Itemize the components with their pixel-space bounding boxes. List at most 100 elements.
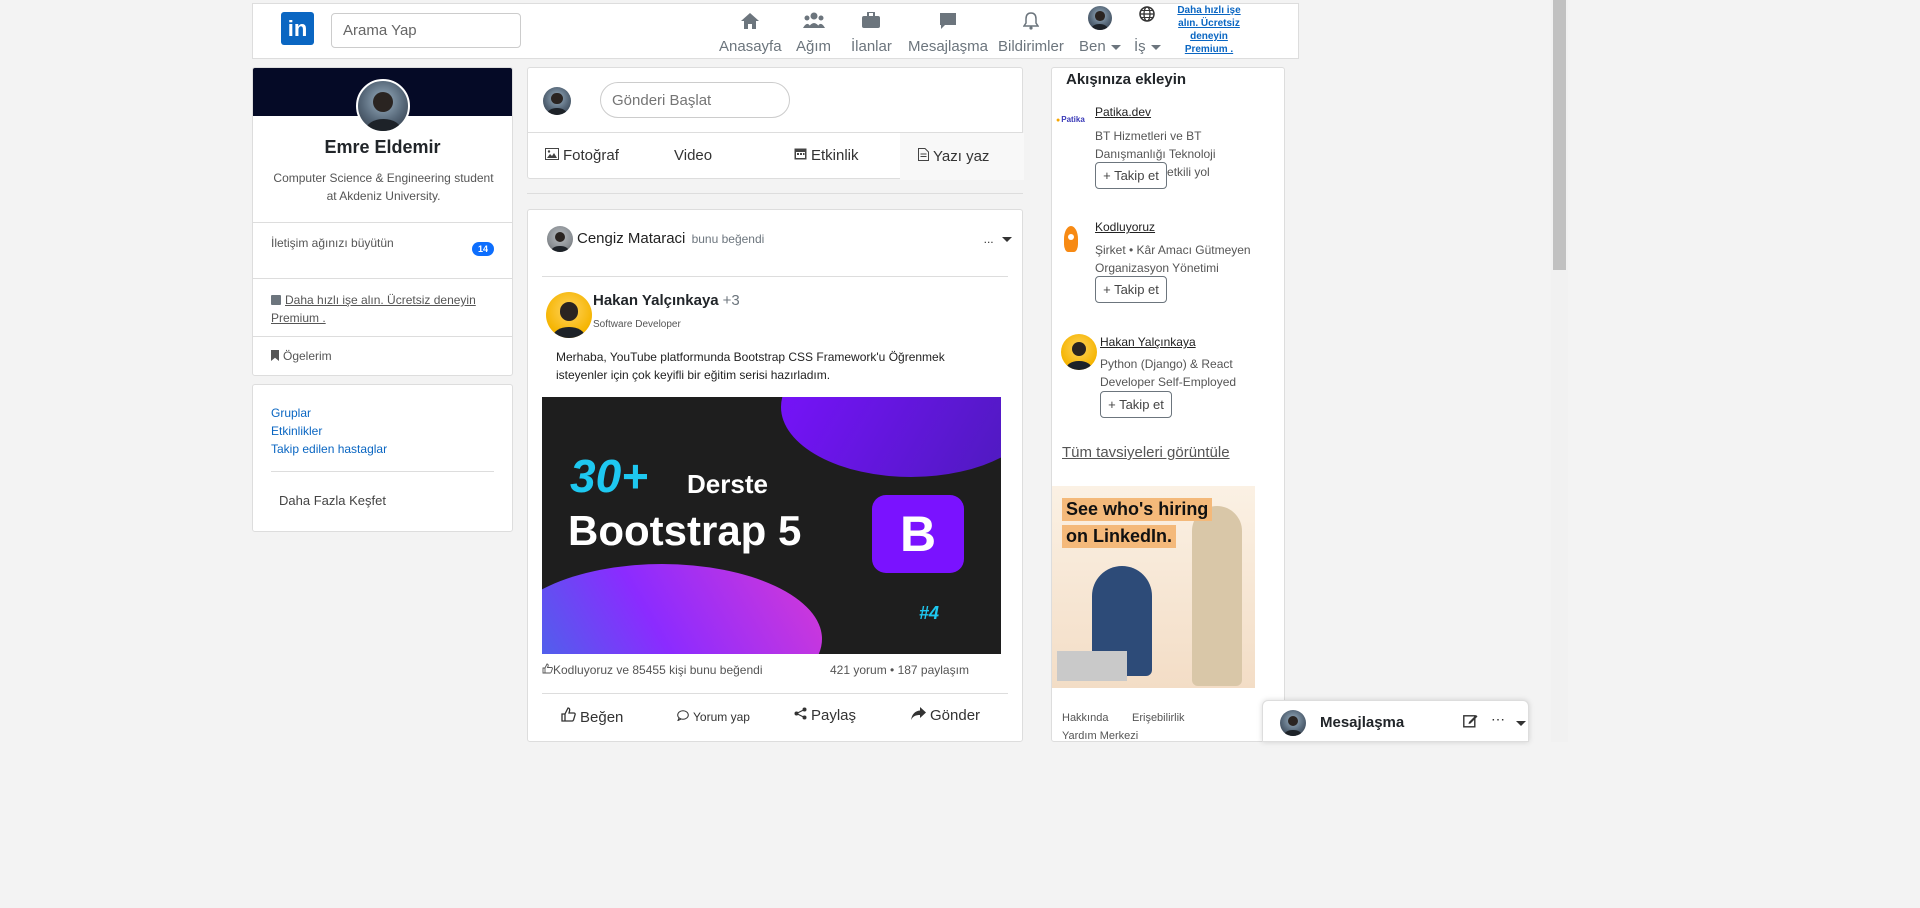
see-all-recommendations-link[interactable]: Tüm tavsiyeleri görüntüle xyxy=(1062,444,1230,461)
divider xyxy=(253,222,512,223)
chevron-down-icon[interactable] xyxy=(1511,714,1526,730)
more-icon: ... xyxy=(983,232,994,246)
share-icon xyxy=(794,707,807,724)
write-article-button[interactable]: Yazı yaz xyxy=(900,133,1024,180)
grow-network-link[interactable]: İletişim ağınızı büyütün xyxy=(271,236,394,250)
premium-link[interactable]: Daha hızlı işe alın. Ücretsiz deneyin Pr… xyxy=(1176,4,1242,56)
nav-home[interactable]: Anasayfa xyxy=(719,12,782,55)
search-input[interactable] xyxy=(331,13,521,48)
nav-me[interactable]: Ben xyxy=(1079,6,1121,55)
groups-link[interactable]: Gruplar xyxy=(271,406,311,420)
author-avatar[interactable] xyxy=(546,292,592,338)
thumbs-up-icon xyxy=(561,707,576,726)
photo-button[interactable]: Fotoğraf xyxy=(545,147,619,164)
footer-accessibility-link[interactable]: Erişebilirlik xyxy=(1132,712,1185,724)
compose-icon[interactable] xyxy=(1463,713,1478,731)
post-likes[interactable]: Kodluyoruz ve 85455 kişi bunu beğendi xyxy=(542,663,762,677)
messaging-title[interactable]: Mesajlaşma xyxy=(1320,714,1404,731)
nav-messaging-label: Mesajlaşma xyxy=(908,38,989,55)
follow-button[interactable]: + Takip et xyxy=(1100,391,1172,418)
image-title-bootstrap: Bootstrap 5 xyxy=(568,507,802,554)
follow-button[interactable]: + Takip et xyxy=(1095,276,1167,303)
suggestion-avatar xyxy=(1061,334,1097,370)
nav-work[interactable]: İş xyxy=(1134,6,1161,55)
document-icon xyxy=(918,148,929,164)
divider xyxy=(271,471,494,472)
profile-name[interactable]: Emre Eldemir xyxy=(253,137,512,158)
nav-network-label: Ağım xyxy=(796,38,832,55)
divider xyxy=(253,278,512,279)
events-link[interactable]: Etkinlikler xyxy=(271,424,322,438)
suggestion-name[interactable]: Kodluyoruz xyxy=(1095,220,1155,234)
ad-text-line2: on LinkedIn. xyxy=(1062,525,1176,548)
liker-avatar[interactable] xyxy=(547,226,573,252)
share-label: Paylaş xyxy=(811,707,857,724)
my-items-link[interactable]: Ögelerim xyxy=(271,349,332,363)
divider xyxy=(542,693,1008,694)
nav-me-label: Ben xyxy=(1079,38,1106,55)
image-episode-number: #4 xyxy=(919,603,940,623)
feed-post: Cengiz Mataraci bunu beğendi ... Hakan Y… xyxy=(527,209,1023,742)
scrollbar-thumb[interactable] xyxy=(1553,0,1566,270)
linkedin-logo[interactable]: in xyxy=(281,12,314,45)
kodluyoruz-logo xyxy=(1064,226,1078,252)
nav-jobs[interactable]: İlanlar xyxy=(851,11,892,55)
like-button[interactable]: Beğen xyxy=(561,707,623,726)
chat-icon xyxy=(908,12,988,34)
me-avatar xyxy=(1079,6,1121,32)
nav-jobs-label: İlanlar xyxy=(851,38,892,55)
suggestion-name[interactable]: Hakan Yalçınkaya xyxy=(1100,335,1196,349)
my-items-label: Ögelerim xyxy=(283,349,332,363)
feed-suggestions: Akışınıza ekleyin Patika Patika.dev BT H… xyxy=(1051,67,1285,742)
suggestion-desc: Python (Django) & React Developer Self-E… xyxy=(1100,357,1237,389)
chevron-down-icon xyxy=(1002,237,1012,243)
hiring-ad[interactable]: See who's hiring on LinkedIn. xyxy=(1052,486,1255,688)
bootstrap-logo: B xyxy=(872,495,964,573)
share-button[interactable]: Paylaş xyxy=(794,707,856,724)
post-likes-text: Kodluyoruz ve 85455 kişi bunu beğendi xyxy=(553,663,763,677)
liker-name[interactable]: Cengiz Mataraci xyxy=(577,230,685,247)
post-text: Merhaba, YouTube platformunda Bootstrap … xyxy=(556,350,945,382)
video-label: Video xyxy=(674,147,713,164)
footer-about-link[interactable]: Hakkında xyxy=(1062,712,1108,724)
messaging-avatar xyxy=(1280,710,1306,736)
grow-network-badge: 14 xyxy=(471,242,494,256)
profile-description: Computer Science & Engineering student a… xyxy=(273,171,494,203)
send-button[interactable]: Gönder xyxy=(911,707,980,724)
nav-network[interactable]: Ağım xyxy=(796,12,831,55)
globe-icon xyxy=(1134,6,1161,32)
post-image[interactable]: 30+ Derste Bootstrap 5 B #4 xyxy=(542,397,1001,654)
start-post-input[interactable] xyxy=(600,82,790,118)
nav-notifications-label: Bildirimler xyxy=(998,38,1064,55)
liker-suffix: bunu beğendi xyxy=(691,231,765,246)
suggestion-name[interactable]: Patika.dev xyxy=(1095,105,1151,119)
post-menu-button[interactable]: ... xyxy=(984,232,1012,246)
premium-icon xyxy=(271,295,281,305)
calendar-icon xyxy=(794,147,807,163)
more-options-icon[interactable]: ⋯ xyxy=(1491,711,1505,728)
nav-notifications[interactable]: Bildirimler xyxy=(998,12,1064,55)
author-plus: +3 xyxy=(722,292,740,309)
premium-promo[interactable]: Daha hızlı işe alın. Ücretsiz deneyin Pr… xyxy=(271,291,496,327)
comment-button[interactable]: Yorum yap xyxy=(677,710,750,724)
nav-messaging[interactable]: Mesajlaşma xyxy=(908,12,988,55)
messaging-panel[interactable]: Mesajlaşma ⋯ xyxy=(1262,700,1529,742)
discover-more-button[interactable]: Daha Fazla Keşfet xyxy=(279,493,386,508)
top-navbar: in Anasayfa Ağım İlanlar Mesajlaşma Bild… xyxy=(252,3,1299,59)
author-name[interactable]: Hakan Yalçınkaya +3 xyxy=(593,292,740,309)
footer-help-link[interactable]: Yardım Merkezi xyxy=(1062,730,1138,742)
bell-icon xyxy=(998,12,1064,34)
profile-avatar[interactable] xyxy=(356,79,410,133)
hashtags-link[interactable]: Takip edilen hastaglar xyxy=(271,442,387,456)
event-button[interactable]: Etkinlik xyxy=(794,147,859,164)
write-article-label: Yazı yaz xyxy=(933,148,990,165)
suggestion-desc: Şirket • Kâr Amacı Gütmeyen Organizasyon… xyxy=(1095,243,1251,275)
bookmark-icon xyxy=(271,350,279,361)
divider xyxy=(527,193,1023,194)
divider xyxy=(253,336,512,337)
follow-button[interactable]: + Takip et xyxy=(1095,162,1167,189)
photo-label: Fotoğraf xyxy=(563,147,619,164)
post-stats[interactable]: 421 yorum • 187 paylaşım xyxy=(830,663,969,677)
send-icon xyxy=(911,707,926,724)
video-button[interactable]: Video xyxy=(674,147,712,164)
